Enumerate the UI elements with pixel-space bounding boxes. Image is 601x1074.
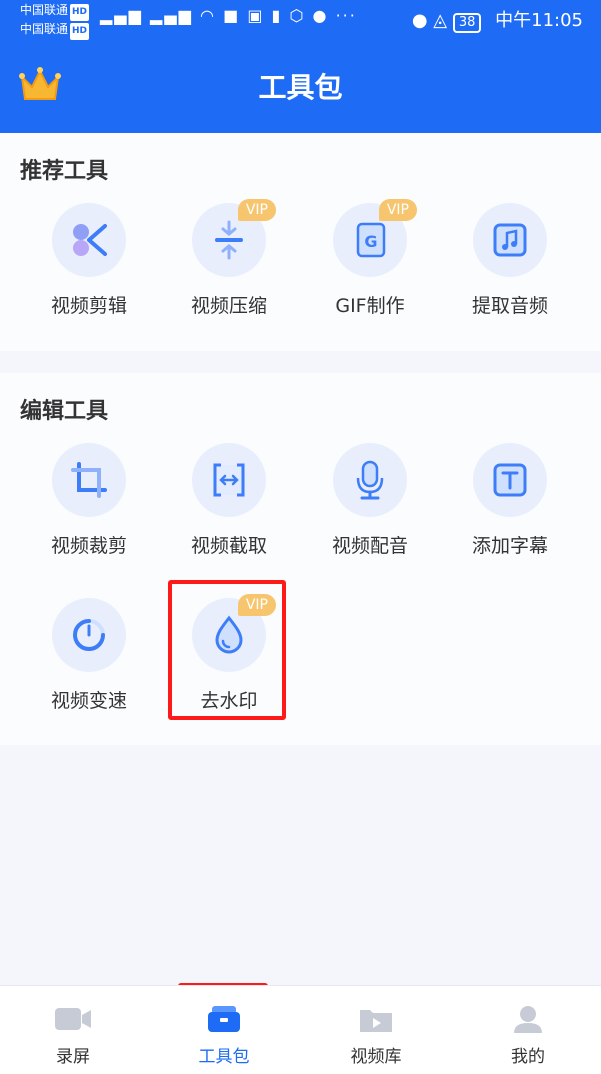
tool-add-subtitle[interactable]: 添加字幕: [450, 443, 570, 558]
signal-icon: ▂▄▆: [100, 6, 143, 25]
vip-badge: VIP: [378, 199, 417, 221]
speed-icon: [73, 619, 105, 651]
page-title: 工具包: [258, 71, 343, 104]
tool-label: 视频裁剪: [50, 535, 127, 557]
tool-icon-circle: [52, 598, 126, 672]
trim-icon: [213, 463, 245, 497]
video-record-icon: ■: [223, 6, 241, 25]
carrier-2: 中国联通: [20, 22, 69, 36]
tool-icon-circle: G VIP: [333, 199, 417, 277]
signal-icon: ▂▄▆: [150, 6, 193, 25]
nav-label: 视频库: [350, 1047, 402, 1067]
tool-label: 视频配音: [331, 535, 408, 557]
clock: 中午11:05: [495, 10, 583, 31]
battery-icon: 38: [452, 13, 482, 33]
tool-label: 视频剪辑: [50, 295, 127, 317]
tool-extract-audio[interactable]: 提取音频: [450, 203, 570, 318]
gif-icon: G: [356, 222, 386, 258]
nav-tab-toolbox[interactable]: 工具包: [169, 1004, 279, 1067]
section-title-edit: 编辑工具: [20, 399, 109, 424]
tool-video-crop[interactable]: 视频裁剪: [29, 443, 149, 558]
microphone-icon: [356, 460, 384, 500]
nav-tab-video-library[interactable]: 视频库: [321, 1004, 431, 1067]
tool-video-trim[interactable]: 视频截取: [169, 443, 289, 558]
tool-label: 视频变速: [50, 690, 127, 712]
edit-tools-section: 编辑工具 视频裁剪 视频截取 视频配音 添加字幕 视频变速 VIP 去水印: [0, 373, 601, 745]
more-icon: ···: [335, 6, 357, 25]
tool-video-speed[interactable]: 视频变速: [29, 598, 149, 713]
subtitle-icon: [493, 463, 527, 497]
top-app-bar: 中国联通 HD 中国联通 HD ▂▄▆ ▂▄▆ ◠ ■ ▣ ▮ ⬡ ● ··· ● …: [0, 0, 601, 133]
tool-icon-circle: [473, 203, 547, 277]
tool-gif-maker[interactable]: G VIP GIF制作: [310, 199, 430, 318]
tool-label: 提取音频: [471, 295, 548, 317]
mic-icon: ●: [411, 10, 428, 31]
bottom-navigation: 录屏 工具包 视频库 我的: [0, 985, 601, 1074]
scissors-icon: [73, 224, 107, 256]
tool-icon-circle: VIP: [192, 199, 276, 277]
status-bar: 中国联通 HD 中国联通 HD ▂▄▆ ▂▄▆ ◠ ■ ▣ ▮ ⬡ ● ··· ● …: [0, 0, 601, 40]
tool-label: GIF制作: [335, 295, 405, 317]
nav-label: 我的: [511, 1047, 545, 1067]
message-icon: ●: [312, 6, 329, 25]
alert-icon: ▮: [271, 6, 283, 25]
tool-label: 添加字幕: [471, 535, 548, 557]
crop-icon: [71, 462, 107, 498]
carrier-info: 中国联通 HD 中国联通 HD: [20, 2, 90, 40]
section-title-recommended: 推荐工具: [20, 159, 109, 184]
nav-tab-profile[interactable]: 我的: [473, 1004, 583, 1067]
tool-icon-circle: [473, 443, 547, 517]
nav-tab-record[interactable]: 录屏: [18, 1004, 128, 1067]
hand-icon: ⬡: [289, 6, 306, 25]
music-icon: [493, 223, 527, 257]
app-notification-icon: ▣: [247, 6, 265, 25]
tool-video-edit[interactable]: 视频剪辑: [29, 203, 149, 318]
tool-label: 视频截取: [190, 535, 267, 557]
nav-label: 工具包: [198, 1047, 250, 1067]
nav-label: 录屏: [56, 1047, 90, 1067]
profile-icon: [514, 1006, 542, 1033]
camera-icon: [55, 1008, 91, 1030]
wifi-icon: ◠: [200, 6, 216, 25]
tool-icon-circle: [52, 443, 126, 517]
video-library-icon: [360, 1010, 392, 1032]
recommended-tools-section: 推荐工具 视频剪辑 VIP 视频压缩 G VIP GIF制作 提取音频: [0, 133, 601, 351]
svg-text:G: G: [364, 232, 377, 251]
tool-label: 视频压缩: [190, 295, 267, 317]
tool-video-compress[interactable]: VIP 视频压缩: [169, 199, 289, 318]
tool-video-dubbing[interactable]: 视频配音: [310, 443, 430, 558]
tool-icon-circle: [333, 443, 407, 517]
hd-badge: HD: [70, 4, 90, 21]
compress-icon: [215, 220, 243, 260]
highlight-remove-watermark: [168, 580, 286, 720]
vip-badge: VIP: [237, 199, 276, 221]
tool-icon-circle: [52, 203, 126, 277]
mute-icon: ◬: [433, 10, 448, 31]
hd-badge: HD: [70, 23, 90, 40]
status-icons: ▂▄▆ ▂▄▆ ◠ ■ ▣ ▮ ⬡ ● ···: [100, 6, 357, 25]
tool-icon-circle: [192, 443, 266, 517]
carrier-1: 中国联通: [20, 3, 69, 17]
status-right: ● ◬ 38 中午11:05: [412, 6, 583, 33]
toolbox-icon: [208, 1006, 240, 1032]
